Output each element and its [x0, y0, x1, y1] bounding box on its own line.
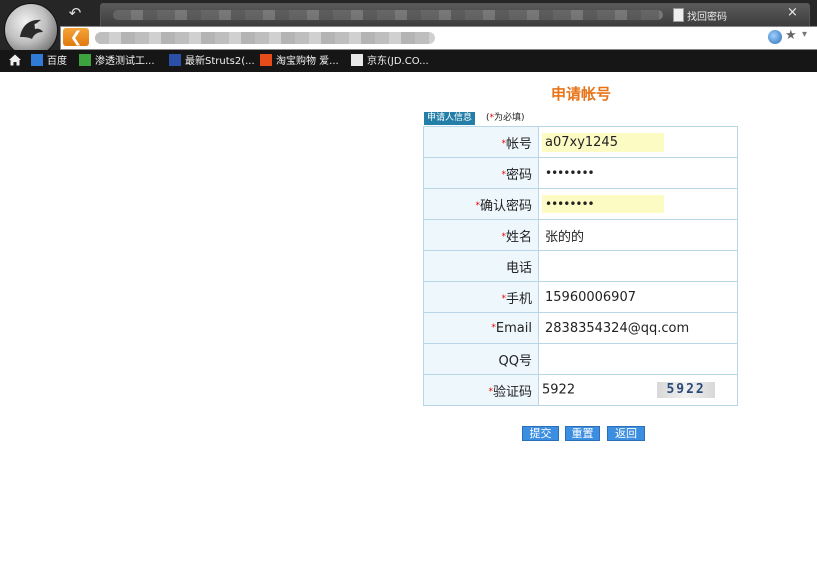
browser-chrome: ↶ 找回密码 × ❮ ★ ▾ 百度 渗透测试工... 最新Struts2(...…	[0, 0, 817, 72]
bookmark-label: 最新Struts2(...	[185, 56, 255, 67]
bookmark-label: 京东(JD.CO...	[367, 56, 429, 67]
browser-tab[interactable]: 找回密码 ×	[100, 3, 810, 26]
phone-field[interactable]	[538, 250, 738, 282]
field-label: 电话	[423, 250, 539, 282]
baidu-icon	[31, 54, 43, 66]
name-input[interactable]: 张的的	[542, 224, 664, 247]
bookmarks-bar: 百度 渗透测试工... 最新Struts2(... 淘宝购物 爱... 京东(J…	[0, 50, 817, 72]
account-field[interactable]: a07xy1245	[538, 126, 738, 158]
pentest-icon	[79, 54, 91, 66]
bookmark-label: 百度	[47, 56, 67, 67]
field-label: *Email	[423, 312, 539, 344]
field-label: *密码	[423, 157, 539, 189]
form-row-confirm-password: *确认密码 ••••••••	[423, 188, 738, 220]
label-text: 姓名	[505, 229, 532, 245]
label-text: QQ号	[498, 353, 532, 369]
bookmark-baidu[interactable]: 百度	[31, 54, 67, 70]
email-field[interactable]: 2838354324@qq.com	[538, 312, 738, 344]
label-text: 验证码	[492, 384, 532, 400]
bookmark-label: 渗透测试工...	[95, 56, 155, 67]
bookmark-pentest[interactable]: 渗透测试工...	[79, 54, 155, 70]
form-row-phone: 电话	[423, 250, 738, 282]
label-text: 密码	[505, 167, 532, 183]
application-form: *帐号 a07xy1245 *密码 •••••••• *确认密码 •••••••…	[423, 126, 738, 406]
bookmark-label: 淘宝购物 爱...	[276, 56, 339, 67]
required-note: (*为必填)	[486, 112, 525, 125]
field-label: *验证码	[423, 374, 539, 406]
phone-input[interactable]	[542, 266, 664, 270]
browser-logo-icon[interactable]	[4, 3, 58, 57]
bookmark-jd[interactable]: 京东(JD.CO...	[351, 54, 429, 70]
tab-title: 找回密码	[687, 12, 727, 23]
bookmark-taobao[interactable]: 淘宝购物 爱...	[260, 54, 339, 70]
field-label: *手机	[423, 281, 539, 313]
back-button[interactable]: ❮	[63, 28, 89, 46]
confirm-password-field[interactable]: ••••••••	[538, 188, 738, 220]
account-input[interactable]: a07xy1245	[542, 132, 664, 152]
form-row-email: *Email 2838354324@qq.com	[423, 312, 738, 344]
form-row-account: *帐号 a07xy1245	[423, 126, 738, 158]
tab-blurred-region	[113, 10, 663, 20]
note-text: 为必填)	[494, 113, 525, 123]
captcha-field[interactable]: 5922 5922	[538, 374, 738, 406]
address-input[interactable]	[95, 32, 435, 44]
home-icon[interactable]	[8, 53, 22, 67]
globe-icon[interactable]	[768, 30, 782, 44]
form-row-qq: QQ号	[423, 343, 738, 375]
mobile-field[interactable]: 15960006907	[538, 281, 738, 313]
form-row-captcha: *验证码 5922 5922	[423, 374, 738, 406]
mobile-input[interactable]: 15960006907	[542, 288, 664, 307]
bookmark-struts2[interactable]: 最新Struts2(...	[169, 54, 255, 70]
label-text: 手机	[505, 291, 532, 307]
label-text: 确认密码	[479, 198, 532, 214]
captcha-image[interactable]: 5922	[657, 382, 716, 398]
undo-icon[interactable]: ↶	[64, 4, 86, 22]
password-input[interactable]: ••••••••	[542, 164, 664, 182]
page-icon	[673, 8, 684, 22]
label-text: 电话	[505, 260, 532, 276]
captcha-input[interactable]: 5922	[542, 383, 575, 398]
name-field[interactable]: 张的的	[538, 219, 738, 251]
field-label: QQ号	[423, 343, 539, 375]
address-bar-row: ❮ ★ ▾	[60, 26, 817, 50]
section-label: 申请人信息	[424, 112, 476, 125]
struts-icon	[169, 54, 181, 66]
field-label: *帐号	[423, 126, 539, 158]
confirm-password-input[interactable]: ••••••••	[542, 195, 664, 213]
field-label: *姓名	[423, 219, 539, 251]
email-input[interactable]: 2838354324@qq.com	[542, 319, 692, 338]
field-label: *确认密码	[423, 188, 539, 220]
reset-button[interactable]: 重置	[565, 426, 600, 441]
submit-button[interactable]: 提交	[522, 426, 559, 441]
label-text: 帐号	[505, 136, 532, 152]
password-field[interactable]: ••••••••	[538, 157, 738, 189]
page-icon	[351, 54, 363, 66]
form-row-name: *姓名 张的的	[423, 219, 738, 251]
label-text: Email	[495, 320, 532, 336]
return-button[interactable]: 返回	[607, 426, 645, 441]
page-title: 申请帐号	[551, 85, 612, 103]
star-icon[interactable]: ★	[785, 28, 797, 43]
tab-close-icon[interactable]: ×	[787, 5, 798, 20]
qq-input[interactable]	[542, 359, 664, 363]
form-row-password: *密码 ••••••••	[423, 157, 738, 189]
chevron-down-icon[interactable]: ▾	[802, 29, 807, 40]
form-row-mobile: *手机 15960006907	[423, 281, 738, 313]
qq-field[interactable]	[538, 343, 738, 375]
taobao-icon	[260, 54, 272, 66]
